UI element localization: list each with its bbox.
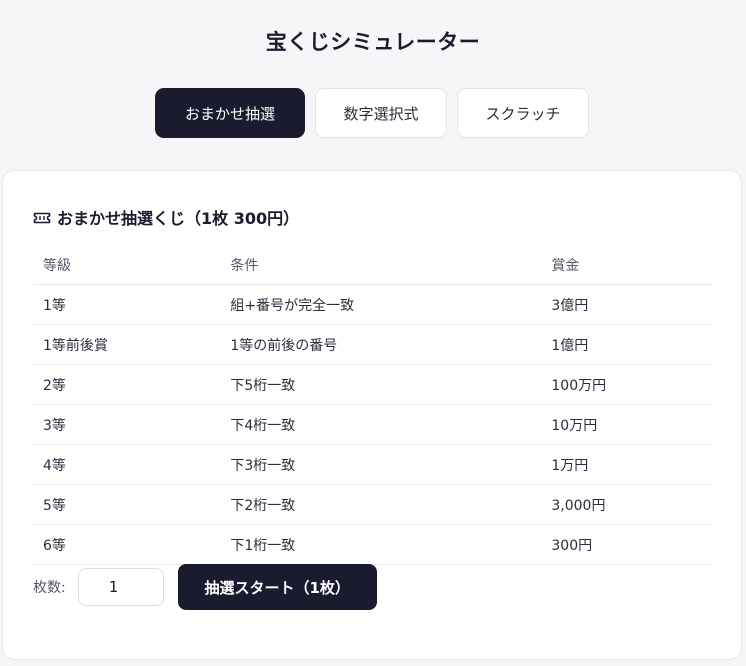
tab-number-select[interactable]: 数字選択式: [315, 88, 447, 138]
cell-prize: 10万円: [541, 404, 713, 445]
cell-prize: 3,000円: [541, 484, 713, 525]
header-prize: 賞金: [541, 246, 713, 285]
page-title: 宝くじシミュレーター: [265, 30, 481, 54]
tab-scratch[interactable]: スクラッチ: [457, 88, 589, 138]
cell-rank: 1等: [33, 284, 221, 325]
table-row: 3等 下4桁一致 10万円: [33, 404, 713, 445]
cell-condition: 下3桁一致: [220, 444, 542, 485]
table-row: 4等 下3桁一致 1万円: [33, 444, 713, 485]
cell-rank: 6等: [33, 524, 221, 565]
cell-condition: 下1桁一致: [220, 524, 542, 565]
cell-rank: 3等: [33, 404, 221, 445]
cell-rank: 4等: [33, 444, 221, 485]
cell-prize: 3億円: [541, 284, 713, 325]
card-title: おまかせ抽選くじ（1枚 300円）: [33, 205, 299, 229]
table-row: 6等 下1桁一致 300円: [33, 524, 713, 565]
lottery-card: おまかせ抽選くじ（1枚 300円） 等級 条件 賞金 1等 組+番号が完全一致 …: [2, 170, 742, 660]
quantity-label: 枚数:: [33, 580, 66, 596]
draw-controls: 枚数: 抽選スタート（1枚）: [33, 564, 377, 610]
cell-rank: 2等: [33, 364, 221, 405]
table-row: 1等 組+番号が完全一致 3億円: [33, 284, 713, 325]
table-row: 2等 下5桁一致 100万円: [33, 364, 713, 405]
prize-table: 等級 条件 賞金 1等 組+番号が完全一致 3億円 1等前後賞 1等の前後の番号…: [33, 246, 713, 565]
cell-prize: 1億円: [541, 324, 713, 365]
table-header-row: 等級 条件 賞金: [33, 246, 713, 285]
mode-tabs: おまかせ抽選 数字選択式 スクラッチ: [155, 88, 589, 138]
cell-condition: 下5桁一致: [220, 364, 542, 405]
card-title-text: おまかせ抽選くじ（1枚 300円）: [57, 209, 300, 228]
ticket-icon: [33, 210, 51, 224]
quantity-input[interactable]: [77, 568, 164, 606]
header-condition: 条件: [220, 246, 542, 285]
cell-rank: 1等前後賞: [33, 324, 221, 365]
cell-condition: 組+番号が完全一致: [220, 284, 542, 325]
cell-prize: 1万円: [541, 444, 713, 485]
cell-prize: 100万円: [541, 364, 713, 405]
cell-prize: 300円: [541, 524, 713, 565]
header-rank: 等級: [33, 246, 221, 285]
cell-condition: 下4桁一致: [220, 404, 542, 445]
cell-condition: 1等の前後の番号: [220, 324, 542, 365]
start-draw-button[interactable]: 抽選スタート（1枚）: [177, 564, 377, 610]
table-row: 5等 下2桁一致 3,000円: [33, 484, 713, 525]
cell-condition: 下2桁一致: [220, 484, 542, 525]
cell-rank: 5等: [33, 484, 221, 525]
table-row: 1等前後賞 1等の前後の番号 1億円: [33, 324, 713, 365]
tab-omakase[interactable]: おまかせ抽選: [155, 88, 305, 138]
